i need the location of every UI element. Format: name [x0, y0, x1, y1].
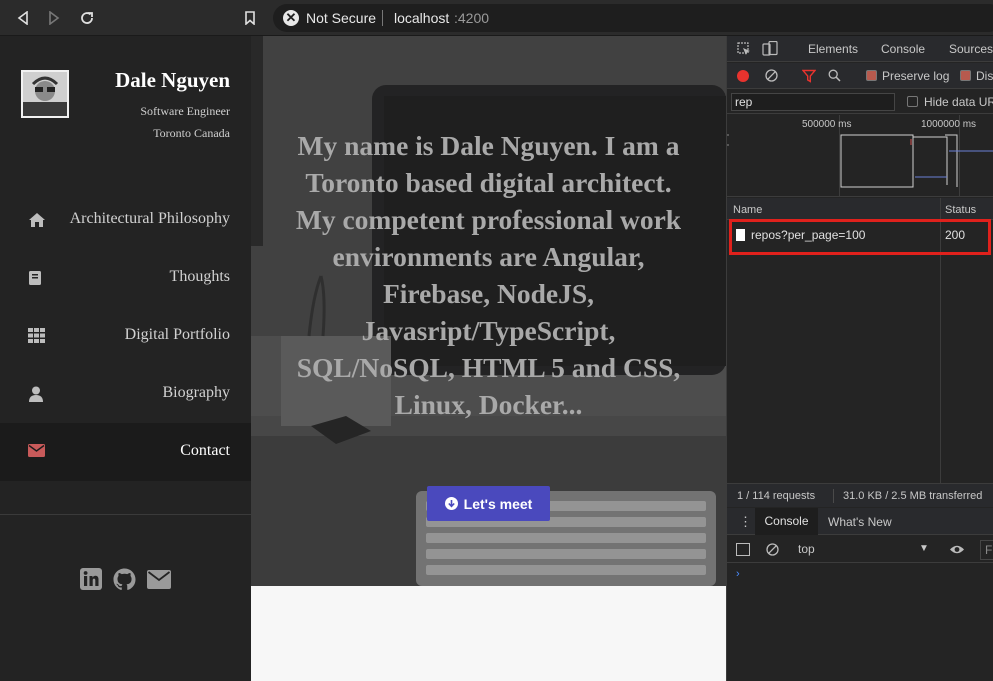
inspect-element-icon[interactable]: [737, 42, 751, 61]
column-name[interactable]: Name: [733, 204, 762, 216]
bookmark-icon[interactable]: [240, 8, 260, 28]
request-count: 1 / 114 requests: [737, 490, 816, 502]
nav-label: Thoughts: [169, 268, 230, 285]
table-row[interactable]: repos?per_page=100 200: [727, 219, 993, 255]
github-icon[interactable]: [113, 568, 136, 591]
column-status[interactable]: Status: [945, 204, 976, 216]
context-select[interactable]: top: [798, 542, 815, 556]
clear-icon[interactable]: [765, 69, 778, 82]
column-divider: [940, 255, 941, 483]
filter-icon[interactable]: [802, 69, 816, 83]
drawer-tabbar: ⋮ Console What's New: [727, 508, 993, 535]
reload-icon[interactable]: [77, 8, 97, 28]
hero-section: My name is Dale Nguyen. I am a Toronto b…: [251, 36, 726, 586]
tab-elements[interactable]: Elements: [808, 42, 858, 56]
network-overview: 500000 ms 1000000 ms: [727, 115, 993, 197]
security-label[interactable]: Not Secure: [306, 10, 376, 26]
url-port[interactable]: :4200: [454, 10, 489, 26]
nav-item-thoughts[interactable]: Thoughts: [0, 249, 251, 307]
avatar: [21, 70, 69, 118]
requests-empty-area: [727, 255, 993, 483]
console-toolbar: top ▼ Fi: [727, 536, 993, 563]
record-button[interactable]: [737, 70, 749, 82]
network-filter-bar: Hide data UR: [727, 90, 993, 114]
linkedin-icon[interactable]: [80, 568, 103, 591]
network-toolbar: Preserve log Dis: [727, 63, 993, 89]
transfer-size: 31.0 KB / 2.5 MB transferred: [843, 490, 983, 502]
user-icon: [28, 386, 46, 404]
grid-icon: [28, 328, 46, 346]
forward-arrow-icon[interactable]: [44, 8, 64, 28]
chevron-down-icon[interactable]: ▼: [919, 543, 929, 554]
address-divider: [382, 10, 383, 26]
hide-data-urls-checkbox[interactable]: [907, 96, 918, 107]
network-filter-input[interactable]: [731, 93, 895, 111]
profile-location: Toronto Canada: [153, 126, 230, 140]
back-arrow-icon[interactable]: [13, 8, 33, 28]
network-summary-bar: 1 / 114 requests 31.0 KB / 2.5 MB transf…: [727, 483, 993, 507]
devtools-tabbar: Elements Console Sources: [727, 36, 993, 62]
hero-headline: My name is Dale Nguyen. I am a Toronto b…: [295, 130, 682, 420]
kebab-menu-icon[interactable]: ⋮: [739, 514, 752, 530]
book-icon: [28, 270, 46, 288]
nav-label: Biography: [162, 384, 230, 401]
disable-cache-label: Dis: [976, 69, 993, 83]
nav-item-contact[interactable]: Contact: [0, 423, 251, 481]
nav-item-digital-portfolio[interactable]: Digital Portfolio: [0, 307, 251, 365]
nav-item-architectural-philosophy[interactable]: Architectural Philosophy: [0, 191, 251, 249]
nav-item-biography[interactable]: Biography: [0, 365, 251, 423]
request-highlight-box: [729, 219, 991, 255]
sidebar-divider: [0, 514, 251, 515]
eye-icon[interactable]: [949, 543, 965, 556]
nav-label: Architectural Philosophy: [69, 210, 230, 227]
console-sidebar-icon[interactable]: [736, 543, 750, 556]
envelope-icon: [28, 444, 46, 462]
disable-cache-checkbox[interactable]: [960, 70, 971, 81]
site-sidebar: Dale Nguyen Software Engineer Toronto Ca…: [0, 36, 251, 681]
envelope-icon[interactable]: [147, 568, 171, 591]
profile-name: Dale Nguyen: [115, 68, 230, 92]
preserve-log-checkbox[interactable]: [866, 70, 877, 81]
search-icon[interactable]: [828, 69, 841, 82]
hide-data-urls-label: Hide data UR: [924, 95, 993, 109]
preserve-log-label: Preserve log: [882, 69, 950, 83]
devtools-panel: Elements Console Sources Preserve log Di…: [726, 36, 993, 681]
column-divider: [940, 198, 941, 220]
profile-role: Software Engineer: [140, 104, 230, 118]
lets-meet-label: Let's meet: [463, 495, 533, 512]
overview-waterfall: [727, 134, 993, 188]
home-icon: [28, 212, 46, 230]
tab-console[interactable]: Console: [881, 42, 925, 56]
nav-label: Contact: [180, 442, 230, 459]
arrow-circle-down-icon: [444, 497, 458, 510]
clear-console-icon[interactable]: [766, 543, 779, 556]
summary-divider: [833, 489, 834, 503]
url-host[interactable]: localhost: [394, 10, 449, 26]
console-prompt[interactable]: ›: [736, 568, 740, 580]
drawer-tab-console[interactable]: Console: [755, 508, 818, 535]
lets-meet-button[interactable]: Let's meet: [427, 486, 550, 521]
tab-sources[interactable]: Sources: [949, 42, 993, 56]
device-toolbar-icon[interactable]: [762, 40, 778, 61]
not-secure-icon[interactable]: ✕: [283, 10, 299, 26]
site-main: My name is Dale Nguyen. I am a Toronto b…: [251, 36, 726, 681]
drawer-tab-whats-new[interactable]: What's New: [828, 515, 892, 529]
nav-label: Digital Portfolio: [124, 326, 230, 343]
requests-header: Name Status: [727, 198, 993, 220]
address-bar[interactable]: ✕ Not Secure localhost :4200: [273, 4, 993, 32]
browser-toolbar: ✕ Not Secure localhost :4200: [0, 0, 993, 36]
console-filter-input[interactable]: Fi: [980, 540, 993, 560]
